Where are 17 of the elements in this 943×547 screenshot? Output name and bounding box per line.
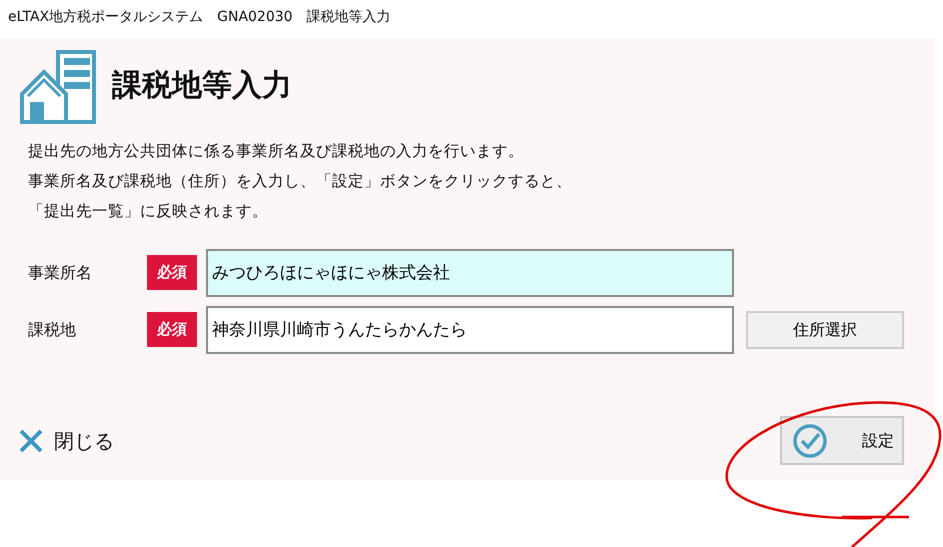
description-text: 提出先の地方公共団体に係る事業所名及び課税地の入力を行います。 [28,141,525,162]
window-title: eLTAX地方税ポータルシステム GNA02030 課税地等入力 [8,9,391,25]
check-circle-icon [792,422,828,458]
description-text: 「提出先一覧」に反映されます。 [28,201,269,222]
required-badge: 必須 [147,255,197,290]
description-text: 事業所名及び課税地（住所）を入力し、「設定」ボタンをクリックすると、 [28,171,573,192]
page-heading: 課税地等入力 [112,68,292,104]
input-field[interactable]: 神奈川県川崎市うんたらかんたら [206,306,734,354]
house-document-icon [20,48,98,124]
address-select-button[interactable]: 住所選択 [746,310,904,348]
field-label: 事業所名 [28,262,93,284]
close-icon [18,428,44,454]
input-field[interactable]: みつひろほにゃほにゃ株式会社 [206,248,734,296]
field-label: 課税地 [28,318,77,340]
close-button[interactable]: 閉じる [18,426,114,456]
required-badge: 必須 [147,312,197,347]
submit-button[interactable]: 設定 [780,416,904,465]
